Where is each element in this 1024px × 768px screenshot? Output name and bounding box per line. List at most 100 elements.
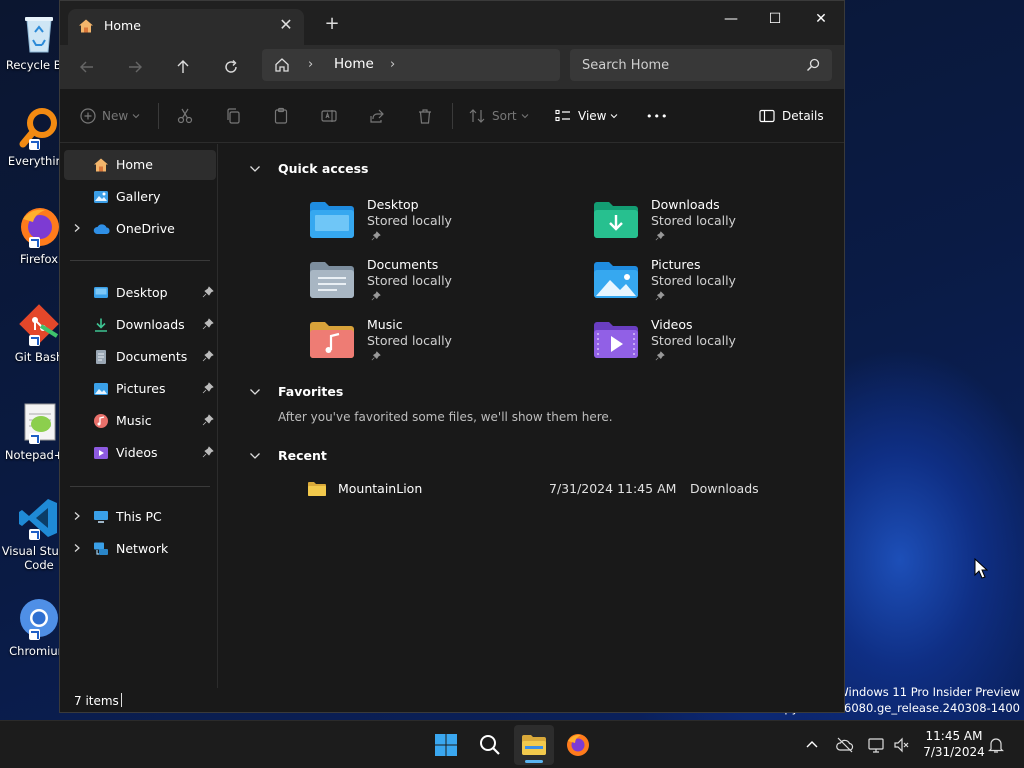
notification-bell-icon[interactable]: [988, 736, 1004, 754]
sidebar-item-downloads[interactable]: Downloads: [64, 310, 216, 340]
breadcrumb-home[interactable]: Home: [334, 56, 374, 72]
share-icon: [370, 109, 384, 123]
sidebar-item-network[interactable]: Network: [64, 534, 216, 564]
favorites-empty-message: After you've favorited some files, we'll…: [278, 410, 613, 424]
home-outline-icon: [275, 58, 289, 72]
delete-button[interactable]: [416, 104, 434, 128]
chevron-down-icon: [611, 114, 618, 119]
chevron-down-icon[interactable]: [249, 386, 261, 398]
forward-button[interactable]: [120, 53, 150, 81]
cut-button[interactable]: [176, 104, 194, 128]
sidebar-item-documents[interactable]: Documents: [64, 342, 216, 372]
folder-name: Music: [367, 317, 403, 332]
sidebar-item-gallery[interactable]: Gallery: [64, 182, 216, 212]
recent-file-row[interactable]: MountainLion 7/31/2024 11:45 AM Download…: [219, 476, 844, 502]
pin-icon: [655, 291, 665, 301]
quick-access-documents[interactable]: Documents Stored locally: [309, 257, 549, 313]
title-bar: Home ✕ + — ☐ ✕: [60, 1, 844, 45]
speaker-muted-icon[interactable]: [893, 736, 911, 754]
rename-button[interactable]: [320, 104, 338, 128]
quick-access-downloads[interactable]: Downloads Stored locally: [593, 197, 833, 253]
taskbar-file-explorer[interactable]: [514, 725, 554, 765]
home-icon: [79, 19, 93, 33]
chevron-up-icon[interactable]: [805, 738, 819, 752]
pin-icon[interactable]: [202, 286, 214, 298]
pin-icon: [371, 351, 381, 361]
chevron-down-icon: [521, 114, 528, 119]
chevron-right-icon[interactable]: [72, 223, 82, 233]
sort-button[interactable]: Sort: [468, 104, 529, 128]
sidebar-item-desktop[interactable]: Desktop: [64, 278, 216, 308]
pin-icon[interactable]: [202, 446, 214, 458]
pin-icon: [655, 351, 665, 361]
sidebar-item-videos[interactable]: Videos: [64, 438, 216, 468]
back-button[interactable]: [72, 53, 102, 81]
arrow-right-icon: [129, 61, 142, 73]
pictures-icon: [94, 383, 108, 395]
sidebar-item-label: Music: [116, 413, 152, 428]
recent-file-date: 7/31/2024 11:45 AM: [549, 481, 677, 496]
pin-icon[interactable]: [202, 382, 214, 394]
details-pane-button[interactable]: Details: [758, 104, 824, 128]
view-button[interactable]: View: [554, 104, 618, 128]
sidebar-item-home[interactable]: Home: [64, 150, 216, 180]
shortcut-arrow-icon: [29, 335, 40, 346]
section-title: Favorites: [278, 384, 344, 399]
pin-icon[interactable]: [202, 318, 214, 330]
pin-icon: [371, 231, 381, 241]
tab-home[interactable]: Home ✕: [68, 9, 304, 45]
copy-button[interactable]: [224, 104, 242, 128]
search-input[interactable]: [582, 55, 792, 75]
network-monitor-icon[interactable]: [867, 736, 885, 754]
quick-access-pictures[interactable]: Pictures Stored locally: [593, 257, 833, 313]
quick-access-music[interactable]: Music Stored locally: [309, 317, 549, 373]
chevron-right-icon[interactable]: [72, 511, 82, 521]
quick-access-videos[interactable]: Videos Stored locally: [593, 317, 833, 373]
details-pane-label: Details: [782, 109, 824, 123]
paste-button[interactable]: [272, 104, 290, 128]
close-window-button[interactable]: ✕: [798, 5, 844, 33]
new-tab-button[interactable]: +: [322, 14, 342, 34]
sidebar-item-this-pc[interactable]: This PC: [64, 502, 216, 532]
pin-icon[interactable]: [202, 414, 214, 426]
rename-icon: [321, 110, 337, 122]
shortcut-arrow-icon: [29, 237, 40, 248]
recent-file-location: Downloads: [690, 481, 759, 496]
shortcut-arrow-icon: [29, 433, 40, 444]
folder-status: Stored locally: [367, 333, 452, 348]
pin-icon[interactable]: [202, 350, 214, 362]
maximize-button[interactable]: ☐: [752, 5, 798, 33]
chevron-right-icon[interactable]: [72, 543, 82, 553]
tab-close-button[interactable]: ✕: [276, 15, 296, 35]
notepad-plus-plus-icon: [17, 400, 61, 444]
more-options-button[interactable]: •••: [646, 104, 668, 128]
sidebar-item-pictures[interactable]: Pictures: [64, 374, 216, 404]
up-button[interactable]: [168, 53, 198, 81]
onedrive-offline-icon[interactable]: [836, 736, 854, 754]
new-button[interactable]: New: [80, 104, 140, 128]
folder-status: Stored locally: [367, 273, 452, 288]
address-bar[interactable]: › Home ›: [262, 49, 560, 81]
breadcrumb-separator[interactable]: ›: [390, 57, 395, 72]
breadcrumb-separator: ›: [308, 57, 314, 72]
search-icon[interactable]: [806, 58, 820, 72]
folder-name: Pictures: [651, 257, 701, 272]
search-box[interactable]: [570, 49, 832, 81]
navigation-bar: › Home ›: [60, 45, 844, 89]
folder-status: Stored locally: [651, 333, 736, 348]
taskbar-clock[interactable]: 11:45 AM 7/31/2024: [918, 728, 990, 760]
minimize-button[interactable]: —: [708, 5, 754, 33]
quick-access-desktop[interactable]: Desktop Stored locally: [309, 197, 549, 253]
pin-icon: [655, 231, 665, 241]
start-button[interactable]: [426, 725, 466, 765]
chevron-down-icon[interactable]: [249, 163, 261, 175]
taskbar-firefox[interactable]: [558, 725, 598, 765]
sidebar-item-music[interactable]: Music: [64, 406, 216, 436]
git-bash-icon: [17, 302, 61, 346]
chevron-down-icon[interactable]: [249, 450, 261, 462]
taskbar-search-button[interactable]: [470, 725, 510, 765]
desktop-folder-icon: [94, 287, 108, 298]
share-button[interactable]: [368, 104, 386, 128]
refresh-button[interactable]: [216, 53, 246, 81]
sidebar-item-onedrive[interactable]: OneDrive: [64, 214, 216, 244]
